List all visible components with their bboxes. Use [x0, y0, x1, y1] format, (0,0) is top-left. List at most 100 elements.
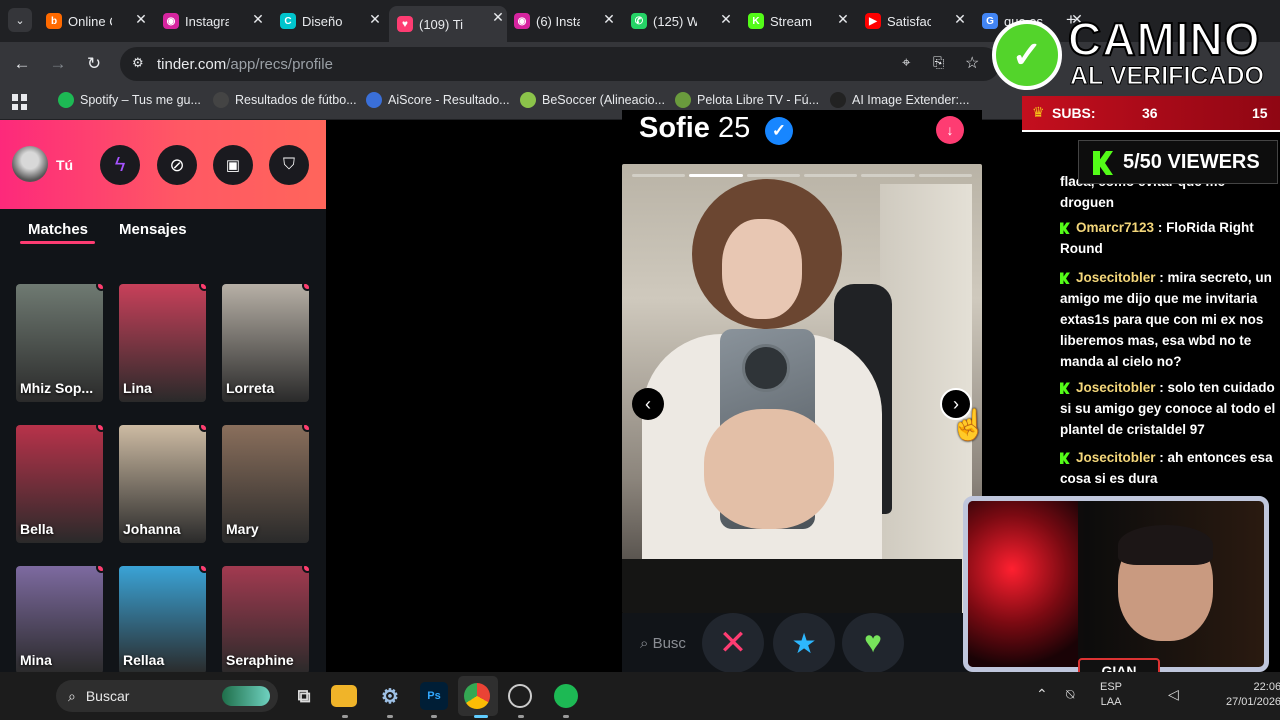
explore-icon[interactable]: ⊘ — [157, 145, 197, 185]
collapse-profile-icon[interactable]: ↓ — [936, 116, 964, 144]
like-button[interactable]: ♥ — [842, 613, 904, 673]
photo-progress-segment[interactable] — [804, 174, 858, 177]
photo-progress-segment[interactable] — [746, 174, 800, 177]
language-indicator: ESP LAA — [1100, 681, 1123, 708]
banner-line1: CAMINO — [1067, 12, 1261, 66]
match-card[interactable]: Mary — [222, 425, 309, 543]
match-card[interactable]: Mhiz Sop... — [16, 284, 103, 402]
obs-icon[interactable] — [508, 684, 532, 708]
webcam-frame — [963, 496, 1269, 672]
shield-icon[interactable]: ⛉ — [269, 145, 309, 185]
previous-photo-button[interactable]: ‹ — [632, 388, 664, 420]
bookmark-favicon-icon — [213, 92, 229, 108]
bookmark-item[interactable]: AiScore - Resultado... — [366, 92, 510, 108]
file-explorer-icon[interactable] — [331, 685, 357, 707]
tray-chevron-icon[interactable]: ⌃ — [1036, 686, 1048, 703]
photoshop-icon[interactable]: Ps — [420, 682, 448, 710]
taskbar-search[interactable]: ⌕ Buscar — [56, 680, 278, 712]
close-tab-icon[interactable]: ✕ — [249, 11, 267, 28]
profile-name: Sofie — [639, 112, 710, 144]
spotify-icon[interactable] — [554, 684, 578, 708]
windows-taskbar: ⌕ Buscar ⧉ ⚙ Ps ⌃ ⍉ ESP LAA ◁ 22:06 27/01/… — [0, 672, 1280, 720]
bookmark-item[interactable]: Spotify – Tus me gu... — [58, 92, 201, 108]
crown-icon: ♛ — [1032, 104, 1045, 120]
reload-icon[interactable]: ↻ — [82, 52, 106, 76]
close-tab-icon[interactable]: ✕ — [951, 11, 969, 28]
browser-tab[interactable]: K Stream ✕ — [748, 8, 852, 34]
photo-progress-segment[interactable] — [861, 174, 915, 177]
close-tab-icon[interactable]: ✕ — [132, 11, 150, 28]
task-view-icon[interactable]: ⧉ — [290, 682, 318, 710]
back-icon[interactable]: ← — [10, 52, 34, 76]
bookmark-item[interactable]: Resultados de fútbo... — [213, 92, 357, 108]
subs-bar: ♛ SUBS: 36 15 — [1022, 96, 1280, 132]
match-card[interactable]: Lina — [119, 284, 206, 402]
close-tab-icon[interactable]: ✕ — [489, 9, 507, 26]
avatar[interactable] — [12, 146, 48, 182]
browser-tab[interactable]: bOnline C✕ — [46, 8, 150, 34]
briefcase-icon[interactable]: ▣ — [213, 145, 253, 185]
bookmark-item[interactable]: AI Image Extender:... — [830, 92, 969, 108]
browser-tab[interactable]: ✆ (125) W ✕ — [631, 8, 735, 34]
browser-tab[interactable]: CDiseño s✕ — [280, 8, 384, 34]
photo-progress-segment[interactable] — [632, 174, 686, 177]
banner-line2: AL VERIFICADO — [1070, 62, 1265, 91]
tab-favicon-icon: ▶ — [865, 13, 881, 29]
tab-matches[interactable]: Matches — [28, 221, 88, 238]
match-card[interactable]: Seraphine — [222, 566, 309, 674]
volume-icon[interactable]: ◁ — [1168, 686, 1179, 703]
new-match-dot — [96, 425, 103, 432]
hand-cursor-icon: ☝ — [950, 409, 988, 442]
apps-grid-icon[interactable] — [12, 94, 28, 110]
match-card[interactable]: Johanna — [119, 425, 206, 543]
match-card[interactable]: Lorreta — [222, 284, 309, 402]
bookmark-item[interactable]: Pelota Libre TV - Fú... — [675, 92, 819, 108]
site-info-icon[interactable]: ⚙ — [132, 55, 144, 71]
nope-button[interactable]: ✕ — [702, 613, 764, 673]
mic-icon[interactable]: ⍉ — [1066, 686, 1074, 703]
browser-tab[interactable]: ▶ Satisfac ✕ — [865, 8, 969, 34]
location-icon[interactable]: ⌖ — [902, 54, 910, 71]
browser-tab[interactable]: ◉ (6) Insta ✕ — [514, 8, 618, 34]
browser-tab[interactable]: ♥ (109) Ti ✕ — [389, 6, 507, 42]
kick-logo-icon — [1093, 151, 1113, 175]
close-tab-icon[interactable]: ✕ — [717, 11, 735, 28]
tab-favicon-icon: b — [46, 13, 62, 29]
chat-message: Omarcr7123 : FloRida Right Round — [1060, 220, 1254, 256]
close-tab-icon[interactable]: ✕ — [600, 11, 618, 28]
user-label[interactable]: Tú — [56, 157, 73, 173]
bookmark-star-icon[interactable]: ☆ — [965, 53, 979, 73]
windows-start-icon[interactable] — [18, 684, 42, 708]
close-tab-icon[interactable]: ✕ — [834, 11, 852, 28]
new-match-dot — [96, 284, 103, 291]
close-tab-icon[interactable]: ✕ — [366, 11, 384, 28]
super-like-button[interactable]: ★ — [773, 613, 835, 673]
chrome-icon[interactable] — [464, 683, 490, 709]
bookmark-item[interactable]: BeSoccer (Alineacio... — [520, 92, 665, 108]
settings-icon[interactable]: ⚙ — [376, 682, 404, 710]
active-tab-underline — [20, 241, 95, 244]
bookmark-favicon-icon — [830, 92, 846, 108]
photo-progress-segment[interactable] — [918, 174, 972, 177]
boost-icon[interactable]: ϟ — [100, 145, 140, 185]
match-card[interactable]: Bella — [16, 425, 103, 543]
bookmark-favicon-icon — [675, 92, 691, 108]
running-indicator — [387, 715, 393, 718]
profile-header: Sofie 25 ✓ ↓ — [622, 110, 982, 162]
profile-photo[interactable] — [622, 164, 982, 613]
tab-search-button[interactable]: ⌄ — [8, 8, 32, 32]
sidebar-header: Tú ϟ ⊘ ▣ ⛉ — [0, 120, 326, 209]
clock[interactable]: 22:06 27/01/2026 — [1226, 680, 1280, 710]
tab-messages[interactable]: Mensajes — [119, 221, 187, 238]
forward-icon[interactable]: → — [46, 52, 70, 76]
match-card[interactable]: Mina — [16, 566, 103, 674]
browser-tab[interactable]: ◉ Instagra ✕ — [163, 8, 267, 34]
photo-progress-segment[interactable] — [689, 174, 743, 177]
tab-favicon-icon: ◉ — [163, 13, 179, 29]
install-app-icon[interactable]: ⎘ — [933, 54, 944, 71]
address-bar[interactable]: ⚙ tinder.com/app/recs/profile ⌖ ⎘ ☆ — [120, 47, 1000, 81]
new-match-dot — [302, 566, 309, 573]
tinder-sidebar: Tú ϟ ⊘ ▣ ⛉ Matches Mensajes Mhiz Sop... L… — [0, 120, 326, 674]
chat-message: Josecitobler : mira secreto, un amigo me… — [1060, 270, 1272, 369]
match-card[interactable]: Rellaa — [119, 566, 206, 674]
